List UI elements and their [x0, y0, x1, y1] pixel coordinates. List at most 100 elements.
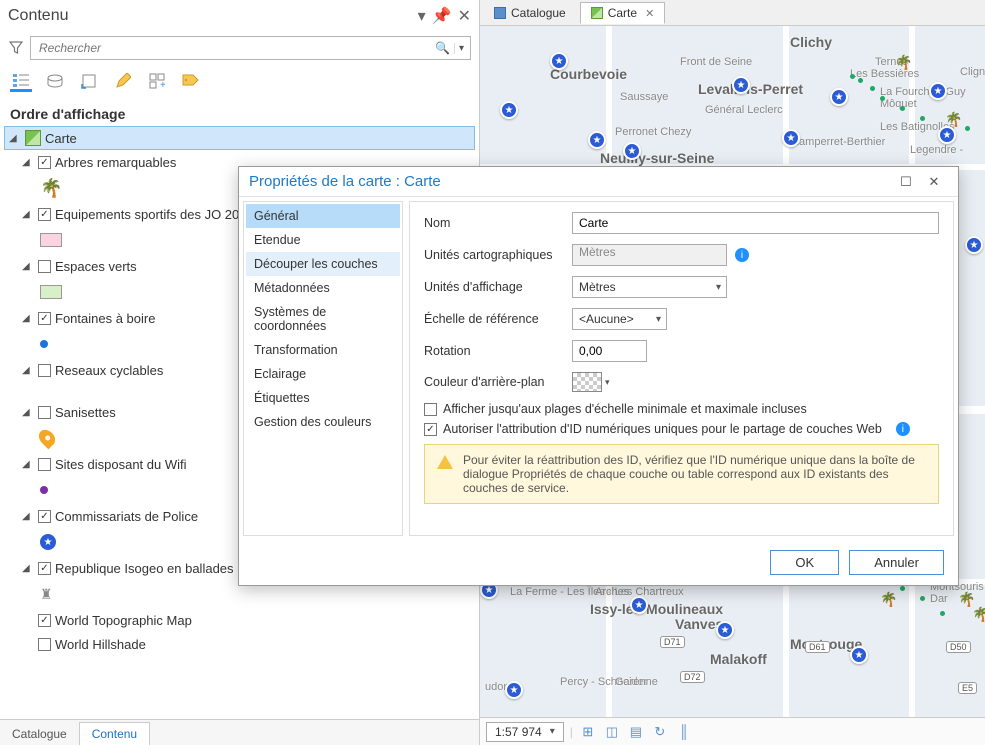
- ok-button[interactable]: OK: [770, 550, 839, 575]
- police-marker[interactable]: ★: [830, 88, 848, 106]
- list-by-drawing-order-icon[interactable]: [10, 70, 32, 92]
- close-panel-icon[interactable]: ✕: [458, 6, 471, 26]
- close-dialog-button[interactable]: ✕: [920, 174, 948, 190]
- layer-checkbox[interactable]: [38, 458, 51, 471]
- pink-swatch: [40, 233, 62, 247]
- section-title: Ordre d'affichage: [0, 98, 479, 126]
- background-color-picker[interactable]: [572, 372, 602, 392]
- pause-drawing-icon[interactable]: ║: [675, 723, 693, 741]
- view-tab-carte[interactable]: Carte ✕: [580, 2, 666, 24]
- layer-label: Commissariats de Police: [55, 509, 198, 524]
- list-by-snapping-icon[interactable]: +: [146, 70, 168, 92]
- city-label: Clichy: [790, 34, 832, 50]
- nav-transformation[interactable]: Transformation: [246, 338, 400, 362]
- layer-checkbox[interactable]: [38, 364, 51, 377]
- nav-decouper[interactable]: Découper les couches: [246, 252, 400, 276]
- caret-icon[interactable]: ◢: [22, 261, 34, 272]
- input-unites-carto: Mètres: [572, 244, 727, 266]
- tree-marker: 🌴: [972, 606, 985, 623]
- eiffel-symbol: ♜: [40, 586, 53, 603]
- tree-marker: 🌴: [880, 591, 897, 608]
- caret-icon[interactable]: ◢: [22, 313, 34, 324]
- pin-icon[interactable]: 📌: [432, 6, 452, 26]
- caret-icon[interactable]: ◢: [9, 133, 21, 144]
- nav-etiquettes[interactable]: Étiquettes: [246, 386, 400, 410]
- layer-world-topo[interactable]: World Topographic Map: [4, 608, 475, 632]
- police-marker[interactable]: ★: [716, 621, 734, 639]
- layer-checkbox[interactable]: [38, 260, 51, 273]
- view-tab-catalogue[interactable]: Catalogue: [484, 3, 576, 23]
- layer-checkbox[interactable]: [38, 614, 51, 627]
- checkbox-ids[interactable]: [424, 423, 437, 436]
- nav-etendue[interactable]: Etendue: [246, 228, 400, 252]
- label-rotation: Rotation: [424, 344, 572, 358]
- police-marker[interactable]: ★: [929, 82, 947, 100]
- tab-contenu[interactable]: Contenu: [79, 722, 150, 745]
- select-echelle[interactable]: <Aucune>: [572, 308, 667, 330]
- police-marker[interactable]: ★: [500, 101, 518, 119]
- constraints-icon[interactable]: ▤: [627, 723, 645, 741]
- caret-icon[interactable]: ◢: [22, 563, 34, 574]
- police-marker[interactable]: ★: [588, 131, 606, 149]
- search-field[interactable]: [37, 40, 431, 56]
- dialog-title: Propriétés de la carte : Carte: [249, 173, 892, 190]
- nav-general[interactable]: Général: [246, 204, 400, 228]
- nav-coord[interactable]: Systèmes de coordonnées: [246, 300, 400, 338]
- police-marker[interactable]: ★: [623, 142, 641, 160]
- layer-checkbox[interactable]: [38, 156, 51, 169]
- caret-icon[interactable]: ◢: [22, 157, 34, 168]
- police-marker[interactable]: ★: [550, 52, 568, 70]
- select-tool-icon[interactable]: ⊞: [579, 723, 597, 741]
- list-by-editing-icon[interactable]: [112, 70, 134, 92]
- map-status-bar: 1:57 974 ▾ | ⊞ ◫ ▤ ↻ ║: [480, 717, 985, 745]
- select-unites-aff[interactable]: Mètres: [572, 276, 727, 298]
- info-icon[interactable]: i: [735, 248, 749, 262]
- city-label: Levallois-Perret: [698, 81, 803, 97]
- input-nom[interactable]: [572, 212, 939, 234]
- layer-checkbox[interactable]: [38, 638, 51, 651]
- layer-checkbox[interactable]: [38, 208, 51, 221]
- maximize-button[interactable]: ☐: [892, 174, 920, 190]
- police-marker[interactable]: ★: [782, 129, 800, 147]
- label-couleur: Couleur d'arrière-plan: [424, 375, 572, 389]
- filter-icon[interactable]: [8, 40, 24, 56]
- police-marker[interactable]: ★: [938, 126, 956, 144]
- search-dropdown-icon[interactable]: ▾: [454, 43, 464, 54]
- checkbox-plages[interactable]: [424, 403, 437, 416]
- caret-icon[interactable]: ◢: [22, 407, 34, 418]
- list-by-labeling-icon[interactable]: [180, 70, 202, 92]
- caret-icon[interactable]: ◢: [22, 511, 34, 522]
- layer-checkbox[interactable]: [38, 406, 51, 419]
- area-label: Perronet Chezy: [615, 126, 691, 138]
- layer-checkbox[interactable]: [38, 562, 51, 575]
- input-rotation[interactable]: [572, 340, 647, 362]
- search-input[interactable]: 🔍 ▾: [30, 36, 471, 60]
- nav-couleurs[interactable]: Gestion des couleurs: [246, 410, 400, 434]
- nav-eclairage[interactable]: Eclairage: [246, 362, 400, 386]
- info-icon[interactable]: i: [896, 422, 910, 436]
- layer-checkbox[interactable]: [38, 510, 51, 523]
- refresh-icon[interactable]: ↻: [651, 723, 669, 741]
- police-marker[interactable]: ★: [505, 681, 523, 699]
- search-icon[interactable]: 🔍: [431, 41, 454, 55]
- police-marker[interactable]: ★: [850, 646, 868, 664]
- cancel-button[interactable]: Annuler: [849, 550, 944, 575]
- scale-selector[interactable]: 1:57 974 ▾: [486, 722, 564, 742]
- layer-world-hillshade[interactable]: World Hillshade: [4, 632, 475, 656]
- list-by-source-icon[interactable]: [44, 70, 66, 92]
- list-by-selection-icon[interactable]: [78, 70, 100, 92]
- city-label: Issy-les-Moulineaux: [590, 601, 723, 617]
- caret-icon[interactable]: ◢: [22, 459, 34, 470]
- police-marker[interactable]: ★: [965, 236, 983, 254]
- nav-metadonnees[interactable]: Métadonnées: [246, 276, 400, 300]
- snapping-icon[interactable]: ◫: [603, 723, 621, 741]
- tab-catalogue[interactable]: Catalogue: [0, 723, 79, 745]
- close-tab-icon[interactable]: ✕: [642, 7, 654, 20]
- caret-icon[interactable]: ◢: [22, 209, 34, 220]
- police-marker[interactable]: ★: [630, 596, 648, 614]
- layer-checkbox[interactable]: [38, 312, 51, 325]
- tree-root-map[interactable]: ◢ Carte: [4, 126, 475, 150]
- caret-icon[interactable]: ◢: [22, 365, 34, 376]
- options-icon[interactable]: ▾: [418, 6, 426, 26]
- police-marker[interactable]: ★: [732, 76, 750, 94]
